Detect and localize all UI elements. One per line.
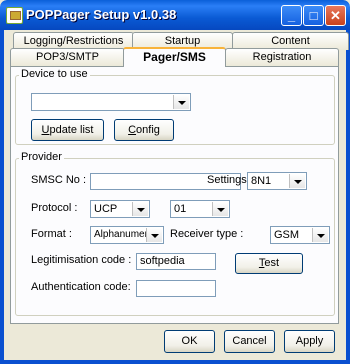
chevron-down-icon[interactable] [173,95,189,109]
chevron-down-icon[interactable] [132,202,148,216]
update-list-button[interactable]: Update list [31,119,104,141]
window-frame-right [346,30,350,364]
window-title: POPPager Setup v1.0.38 [26,7,177,22]
device-group-label: Device to use [19,68,90,80]
test-button[interactable]: Test [235,253,303,274]
tab-pager-sms[interactable]: Pager/SMS [123,47,226,67]
cancel-button[interactable]: Cancel [224,330,275,353]
config-mnemonic: C [128,124,137,136]
format-select[interactable]: Alphanumeric [90,226,164,244]
config-label: onfig [136,124,160,136]
window-frame-bottom [0,360,350,364]
app-icon [6,7,23,24]
tab-registration[interactable]: Registration [225,48,339,66]
apply-button[interactable]: Apply [284,330,335,353]
ok-button[interactable]: OK [164,330,215,353]
receiver-type-select-value: GSM [274,229,300,241]
settings-select-value: 8N1 [251,175,272,187]
config-button[interactable]: Config [114,119,174,141]
receiver-type-select[interactable]: GSM [270,226,330,244]
chevron-down-icon[interactable] [146,228,162,242]
authentication-label: Authentication code: [31,281,131,293]
format-label: Format : [31,228,72,240]
legitimisation-label: Legitimisation code : [31,254,132,266]
settings-label: Settings : [207,174,253,186]
test-label: est [264,257,280,269]
protocol-sub-select[interactable]: 01 [170,200,230,218]
title-bar[interactable]: POPPager Setup v1.0.38 _ □ ✕ [0,0,350,30]
setup-window: POPPager Setup v1.0.38 _ □ ✕ Logging/Res… [0,0,350,364]
provider-group: Provider SMSC No : Settings : 8N1 Protoc… [15,151,335,316]
legitimisation-input[interactable]: softpedia [136,253,216,270]
update-list-label: pdate list [49,124,94,136]
device-group: Device to use Update list Config [15,68,335,145]
protocol-select[interactable]: UCP [90,200,150,218]
chevron-down-icon[interactable] [289,174,305,188]
protocol-sub-select-value: 01 [174,203,187,215]
protocol-label: Protocol : [31,202,78,214]
receiver-type-label: Receiver type : [170,228,244,240]
provider-group-label: Provider [19,151,64,163]
settings-select[interactable]: 8N1 [247,172,307,190]
smsc-label: SMSC No : [31,174,87,186]
authentication-input[interactable] [136,280,216,297]
maximize-icon[interactable]: □ [303,5,324,26]
window-frame-left [0,30,4,364]
chevron-down-icon[interactable] [212,202,228,216]
minimize-icon[interactable]: _ [281,5,302,26]
close-icon[interactable]: ✕ [325,5,346,26]
pager-sms-panel: Device to use Update list Config Provide… [10,66,339,324]
device-select[interactable] [31,93,191,111]
tab-pop3-smtp[interactable]: POP3/SMTP [10,48,125,66]
protocol-select-value: UCP [94,203,118,215]
chevron-down-icon[interactable] [312,228,328,242]
